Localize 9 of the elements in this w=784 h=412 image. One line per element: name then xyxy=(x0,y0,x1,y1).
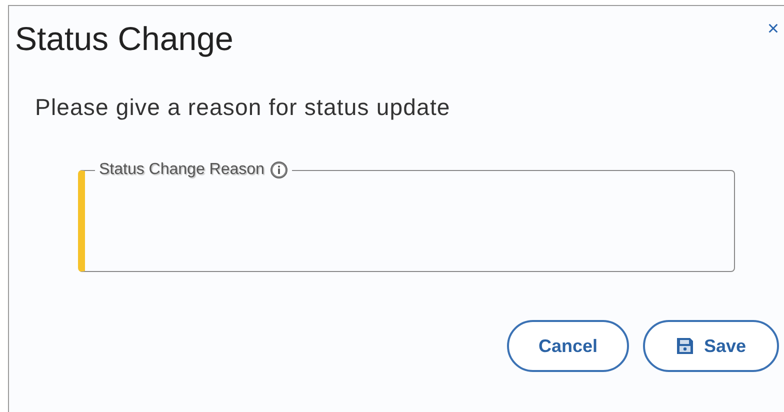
reason-field[interactable]: Status Change Reason xyxy=(78,161,735,272)
close-button[interactable]: × xyxy=(767,18,779,41)
save-icon xyxy=(676,337,694,355)
prompt-text: Please give a reason for status update xyxy=(35,94,452,121)
save-button[interactable]: Save xyxy=(643,320,779,372)
info-icon xyxy=(270,161,288,179)
cancel-button[interactable]: Cancel xyxy=(507,320,629,372)
field-label: Status Change Reason xyxy=(99,161,264,179)
dialog-title: Status Change xyxy=(15,20,234,58)
